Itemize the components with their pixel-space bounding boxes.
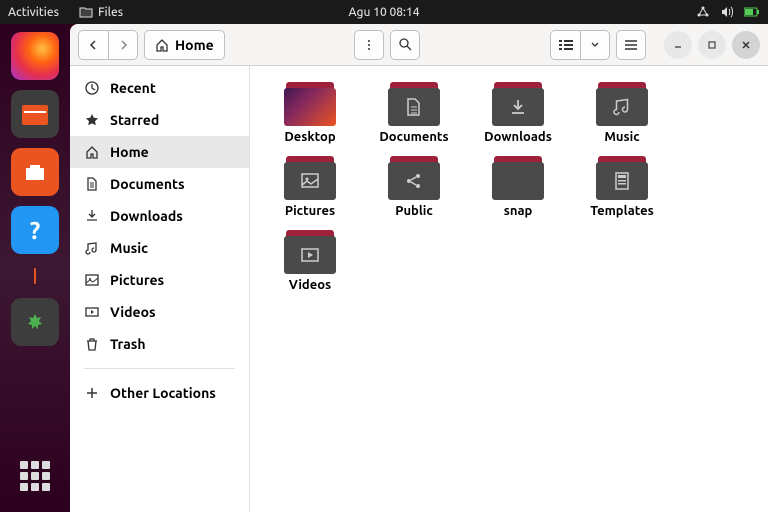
home-icon <box>84 145 100 159</box>
sidebar-item-label: Pictures <box>110 272 164 288</box>
file-pictures[interactable]: Pictures <box>258 152 362 222</box>
file-downloads[interactable]: Downloads <box>466 78 570 148</box>
sidebar-item-pictures[interactable]: Pictures <box>70 264 249 296</box>
plus-icon <box>84 386 100 400</box>
clock-icon <box>84 81 100 95</box>
home-icon <box>155 38 169 52</box>
folder-icon <box>79 6 93 18</box>
file-label: Downloads <box>484 130 552 144</box>
search-button[interactable] <box>390 30 420 60</box>
folder-icon <box>596 82 648 126</box>
folder-icon <box>596 156 648 200</box>
music-icon <box>84 241 100 255</box>
sidebar-item-label: Other Locations <box>110 385 216 401</box>
file-snap[interactable]: snap <box>466 152 570 222</box>
sidebar-item-label: Recent <box>110 80 156 96</box>
file-public[interactable]: Public <box>362 152 466 222</box>
file-label: Pictures <box>285 204 335 218</box>
volume-icon[interactable] <box>720 5 734 19</box>
file-videos[interactable]: Videos <box>258 226 362 296</box>
folder-icon <box>284 230 336 274</box>
file-music[interactable]: Music <box>570 78 674 148</box>
folder-icon <box>284 82 336 126</box>
file-desktop[interactable]: Desktop <box>258 78 362 148</box>
headerbar: Home <box>70 24 768 66</box>
view-dropdown-button[interactable] <box>580 30 610 60</box>
sidebar-item-label: Videos <box>110 304 156 320</box>
folder-icon <box>388 82 440 126</box>
sidebar-other-locations[interactable]: Other Locations <box>70 377 249 409</box>
sidebar-item-downloads[interactable]: Downloads <box>70 200 249 232</box>
file-label: Videos <box>289 278 331 292</box>
star-icon <box>84 113 100 127</box>
forward-button[interactable] <box>108 30 138 60</box>
sidebar: Recent Starred Home Documents Downloads Music… <box>70 66 250 512</box>
files-view[interactable]: Desktop Documents Downloads Music Pictures Pu… <box>250 66 768 512</box>
doc-icon <box>84 177 100 191</box>
file-label: snap <box>504 204 533 218</box>
pathbar[interactable]: Home <box>144 30 225 60</box>
file-label: Documents <box>379 130 448 144</box>
file-documents[interactable]: Documents <box>362 78 466 148</box>
sidebar-item-videos[interactable]: Videos <box>70 296 249 328</box>
sidebar-item-label: Starred <box>110 112 159 128</box>
maximize-button[interactable] <box>698 31 726 59</box>
dock-firefox[interactable] <box>11 32 59 80</box>
dock-separator <box>34 268 36 284</box>
file-label: Templates <box>590 204 654 218</box>
network-icon[interactable] <box>696 5 710 19</box>
hamburger-button[interactable] <box>616 30 646 60</box>
picture-icon <box>84 273 100 287</box>
folder-icon <box>284 156 336 200</box>
sidebar-item-label: Music <box>110 240 148 256</box>
app-menu[interactable]: Files <box>79 6 123 19</box>
dock-software[interactable] <box>11 148 59 196</box>
top-panel: Activities Files Agu 10 08:14 <box>0 0 768 24</box>
folder-icon <box>492 82 544 126</box>
video-icon <box>84 305 100 319</box>
dock: ? <box>0 24 70 512</box>
file-label: Music <box>604 130 639 144</box>
sidebar-item-starred[interactable]: Starred <box>70 104 249 136</box>
minimize-button[interactable] <box>664 31 692 59</box>
dock-help[interactable]: ? <box>11 206 59 254</box>
sidebar-separator <box>84 368 235 369</box>
download-icon <box>84 209 100 223</box>
menu-button[interactable] <box>354 30 384 60</box>
sidebar-item-label: Home <box>110 144 149 160</box>
sidebar-item-music[interactable]: Music <box>70 232 249 264</box>
file-templates[interactable]: Templates <box>570 152 674 222</box>
file-label: Desktop <box>284 130 335 144</box>
sidebar-item-label: Downloads <box>110 208 183 224</box>
sidebar-item-label: Trash <box>110 336 146 352</box>
folder-icon <box>388 156 440 200</box>
close-button[interactable] <box>732 31 760 59</box>
back-button[interactable] <box>78 30 108 60</box>
sidebar-item-label: Documents <box>110 176 185 192</box>
dock-trash[interactable] <box>11 298 59 346</box>
battery-icon[interactable] <box>744 7 760 17</box>
show-applications[interactable] <box>11 452 59 500</box>
folder-icon <box>492 156 544 200</box>
sidebar-item-home[interactable]: Home <box>70 136 249 168</box>
path-segment: Home <box>175 37 214 53</box>
app-menu-label: Files <box>98 6 123 19</box>
activities-button[interactable]: Activities <box>8 6 59 19</box>
sidebar-item-trash[interactable]: Trash <box>70 328 249 360</box>
clock[interactable]: Agu 10 08:14 <box>348 6 419 19</box>
files-window: Home Recent Starred Home Documents Downloads… <box>70 24 768 512</box>
file-label: Public <box>395 204 433 218</box>
view-icons-button[interactable] <box>550 30 580 60</box>
trash-icon <box>84 337 100 351</box>
sidebar-item-documents[interactable]: Documents <box>70 168 249 200</box>
dock-files[interactable] <box>11 90 59 138</box>
sidebar-item-recent[interactable]: Recent <box>70 72 249 104</box>
